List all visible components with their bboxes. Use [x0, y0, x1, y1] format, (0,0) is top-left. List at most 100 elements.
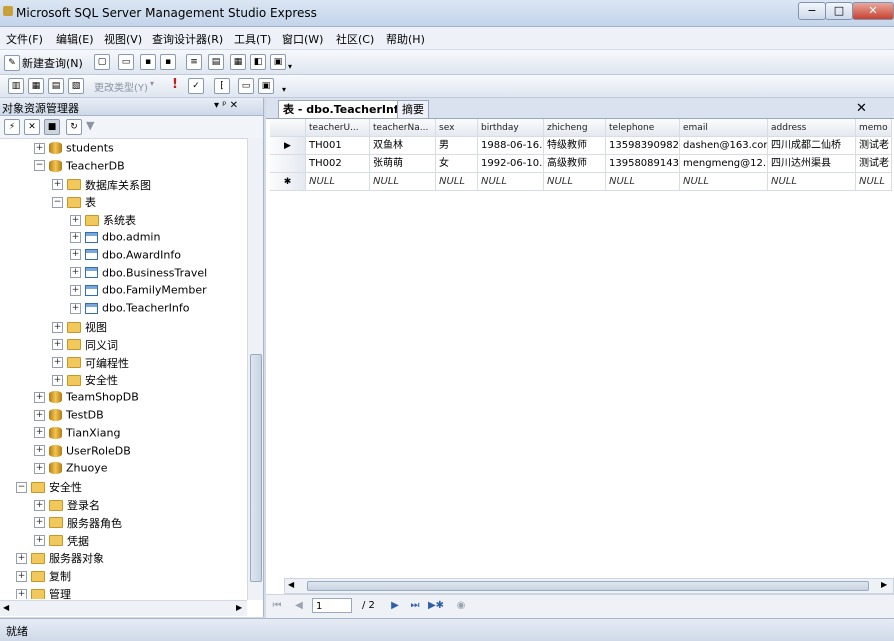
- scroll-left-icon[interactable]: ◀: [3, 603, 9, 612]
- grid-cell[interactable]: 四川达州渠县: [768, 155, 856, 173]
- expand-icon[interactable]: +: [34, 427, 45, 439]
- change-type-button[interactable]: 更改类型(Y): [94, 79, 148, 94]
- tab-teacherinfo[interactable]: 表 - dbo.TeacherInfo: [278, 100, 412, 118]
- grid-cell[interactable]: NULL: [680, 173, 768, 191]
- grid-cell[interactable]: 男: [436, 137, 478, 155]
- group-by-icon[interactable]: ⁅: [214, 78, 230, 94]
- tab-summary[interactable]: 摘要: [397, 100, 429, 118]
- expand-icon[interactable]: +: [34, 391, 45, 403]
- grid-scroll-left-icon[interactable]: ◀: [288, 580, 294, 589]
- menu-query-designer[interactable]: 查询设计器(R): [152, 31, 223, 47]
- grid-cell[interactable]: 四川成都二仙桥: [768, 137, 856, 155]
- menu-window[interactable]: 窗口(W): [282, 31, 323, 47]
- stop-icon[interactable]: ■: [44, 119, 60, 135]
- grid-cell[interactable]: NULL: [370, 173, 436, 191]
- add-table-icon[interactable]: ▭: [238, 78, 254, 94]
- explorer-horizontal-scrollbar[interactable]: ◀ ▶: [0, 600, 247, 616]
- tree-node[interactable]: + dbo.AwardInfo: [70, 248, 181, 265]
- execute-sql-icon[interactable]: !: [172, 77, 178, 92]
- menu-file[interactable]: 文件(F): [6, 31, 43, 47]
- column-header[interactable]: zhicheng: [544, 119, 606, 137]
- menu-help[interactable]: 帮助(H): [386, 31, 425, 47]
- tree-node[interactable]: + 数据库关系图: [52, 177, 151, 194]
- filter-icon[interactable]: ▼: [86, 119, 94, 132]
- previous-record-icon[interactable]: ◀: [292, 599, 306, 613]
- expand-icon[interactable]: +: [34, 409, 45, 421]
- expand-icon[interactable]: +: [70, 302, 81, 314]
- grid-cell[interactable]: 测试老: [856, 137, 892, 155]
- grid-cell[interactable]: NULL: [478, 173, 544, 191]
- grid-cell[interactable]: 高级教师: [544, 155, 606, 173]
- add-derived-table-icon[interactable]: ▣: [258, 78, 274, 94]
- expand-icon[interactable]: +: [70, 284, 81, 296]
- tree-node[interactable]: + 服务器角色: [34, 515, 122, 532]
- expand-icon[interactable]: +: [16, 552, 27, 564]
- column-header[interactable]: sex: [436, 119, 478, 137]
- tree-node[interactable]: + 管理: [16, 586, 71, 599]
- tree-node[interactable]: + dbo.FamilyMember: [70, 283, 207, 300]
- first-record-icon[interactable]: ⏮: [270, 599, 284, 613]
- grid-cell[interactable]: TH002: [306, 155, 370, 173]
- tree-node[interactable]: + 系统表: [70, 212, 136, 229]
- grid-cell[interactable]: NULL: [436, 173, 478, 191]
- minimize-button[interactable]: −: [798, 2, 826, 20]
- tree-node[interactable]: + Zhuoye: [34, 461, 108, 478]
- row-selector[interactable]: ✱: [270, 173, 306, 191]
- collapse-icon[interactable]: −: [16, 481, 27, 493]
- grid-cell[interactable]: TH001: [306, 137, 370, 155]
- grid-cell[interactable]: 1992-06-10...: [478, 155, 544, 173]
- summary-icon[interactable]: ▤: [208, 54, 224, 70]
- tree-node[interactable]: + 服务器对象: [16, 550, 104, 567]
- tree-node[interactable]: + TeamShopDB: [34, 390, 139, 407]
- expand-icon[interactable]: +: [34, 535, 45, 547]
- expand-icon[interactable]: +: [52, 321, 63, 333]
- expand-icon[interactable]: +: [52, 357, 63, 369]
- tree-node[interactable]: − 安全性: [16, 479, 82, 496]
- expand-icon[interactable]: +: [52, 339, 63, 351]
- collapse-icon[interactable]: −: [34, 160, 45, 172]
- refresh-icon[interactable]: ↻: [66, 119, 82, 135]
- grid-cell[interactable]: NULL: [606, 173, 680, 191]
- expand-icon[interactable]: +: [34, 445, 45, 457]
- grid-cell[interactable]: mengmeng@12...: [680, 155, 768, 173]
- template-icon[interactable]: ◧: [250, 54, 266, 70]
- tree-node[interactable]: + UserRoleDB: [34, 444, 131, 461]
- current-record-input[interactable]: 1: [312, 598, 352, 613]
- tree-node[interactable]: + 安全性: [52, 372, 118, 389]
- tree-node[interactable]: + TianXiang: [34, 426, 120, 443]
- column-header[interactable]: birthday: [478, 119, 544, 137]
- results-pane-icon[interactable]: ▧: [68, 78, 84, 94]
- maximize-button[interactable]: □: [825, 2, 853, 20]
- grid-cell[interactable]: 女: [436, 155, 478, 173]
- save-icon[interactable]: ▪: [140, 54, 156, 70]
- column-header[interactable]: teacherU...: [306, 119, 370, 137]
- column-header[interactable]: address: [768, 119, 856, 137]
- grid-scroll-thumb[interactable]: [307, 581, 869, 591]
- grid-cell[interactable]: 1988-06-16...: [478, 137, 544, 155]
- expand-icon[interactable]: +: [34, 462, 45, 474]
- row-selector[interactable]: [270, 155, 306, 173]
- menu-view[interactable]: 视图(V): [104, 31, 142, 47]
- column-header[interactable]: memo: [856, 119, 892, 137]
- grid-horizontal-scrollbar[interactable]: ◀ ▶: [284, 578, 894, 594]
- tree-node[interactable]: + TestDB: [34, 408, 104, 425]
- tree-node[interactable]: + 复制: [16, 568, 71, 585]
- explorer-scroll-thumb[interactable]: [250, 354, 262, 582]
- tree-node[interactable]: + 登录名: [34, 497, 100, 514]
- properties-icon[interactable]: ≡: [186, 54, 202, 70]
- grid-cell[interactable]: 双鱼林: [370, 137, 436, 155]
- close-window-button[interactable]: ✕: [852, 2, 894, 20]
- new-query-button[interactable]: 新建查询(N): [22, 55, 83, 71]
- column-header[interactable]: email: [680, 119, 768, 137]
- menu-edit[interactable]: 编辑(E): [56, 31, 94, 47]
- criteria-pane-icon[interactable]: ▤: [48, 78, 64, 94]
- grid-cell[interactable]: 13598390982: [606, 137, 680, 155]
- stop-edit-icon[interactable]: ◉: [454, 599, 468, 613]
- grid-cell[interactable]: dashen@163.com: [680, 137, 768, 155]
- expand-icon[interactable]: +: [34, 499, 45, 511]
- expand-icon[interactable]: +: [34, 517, 45, 529]
- grid-cell[interactable]: NULL: [306, 173, 370, 191]
- row-selector[interactable]: ▶: [270, 137, 306, 155]
- diagram-pane-icon[interactable]: ▦: [28, 78, 44, 94]
- disconnect-icon[interactable]: ✕: [24, 119, 40, 135]
